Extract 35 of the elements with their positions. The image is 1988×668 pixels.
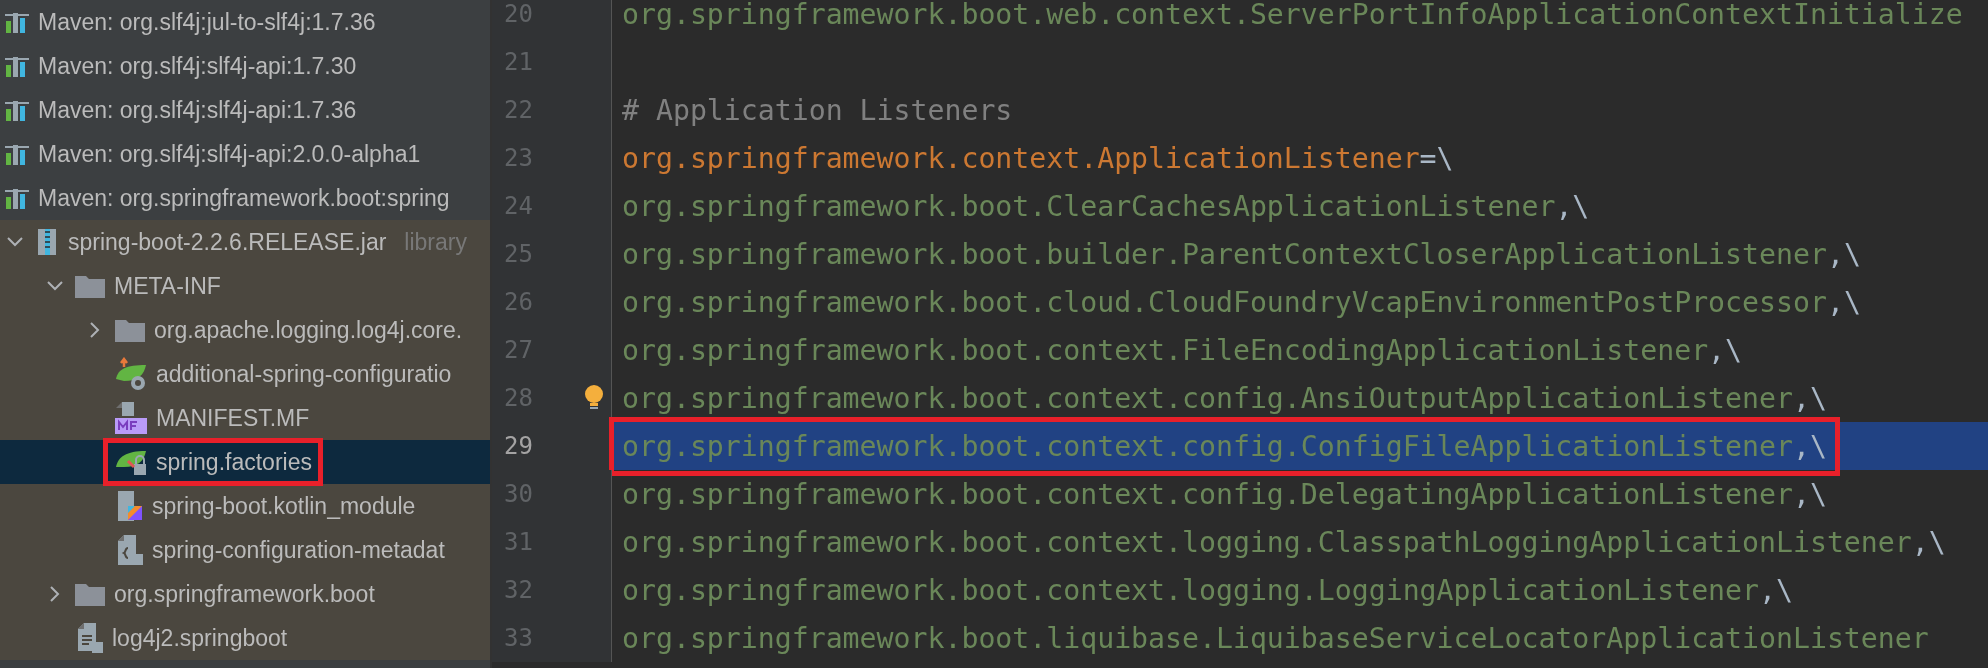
folder-icon (74, 581, 106, 607)
tree-row-highlight[interactable]: spring.factories (0, 440, 490, 484)
code-line: org.springframework.context.ApplicationListener=\ (622, 141, 1454, 175)
code-line: org.springframework.boot.context.config.DelegatingApplicationListener,\ (622, 477, 1827, 511)
tree-item-label[interactable]: Maven: org.slf4j:jul-to-slf4j:1.7.36 (38, 8, 376, 36)
chevron-down-icon[interactable] (7, 237, 23, 247)
tree-item-label[interactable]: Maven: org.slf4j:slf4j-api:2.0.0-alpha1 (38, 140, 421, 168)
leaf-gear-icon (114, 357, 148, 391)
code-line: org.springframework.boot.context.FileEncodingApplicationListener,\ (622, 333, 1743, 367)
code-line: org.springframework.boot.context.config.AnsiOutputApplicationListener,\ (622, 381, 1827, 415)
code-line: org.springframework.boot.builder.ParentContextCloserApplicationListener,\ (622, 237, 1861, 271)
line-number: 29 (492, 422, 612, 470)
chevron-down-icon[interactable] (47, 281, 63, 291)
tree-item-hint: library (404, 228, 467, 256)
chevron-right-icon[interactable] (50, 586, 60, 602)
tree-item-label[interactable]: spring.factories (156, 448, 312, 476)
tree-item-label[interactable]: META-INF (114, 272, 221, 300)
manifest-file-icon (114, 401, 148, 435)
code-line: org.springframework.boot.liquibase.LiquibaseServiceLocatorApplicationListener (622, 621, 1929, 655)
code-line: org.springframework.boot.context.logging.LoggingApplicationListener,\ (622, 573, 1793, 607)
tree-item-label[interactable]: Maven: org.slf4j:slf4j-api:1.7.30 (38, 52, 357, 80)
tree-item-label[interactable]: Maven: org.springframework.boot:spring (38, 184, 450, 212)
code-line: org.springframework.boot.ClearCachesApplicationListener,\ (622, 189, 1590, 223)
code-line: org.springframework.boot.context.logging.ClasspathLoggingApplicationListener,\ (622, 525, 1946, 559)
tree-item-label[interactable]: MANIFEST.MF (156, 404, 310, 432)
code-line: org.springframework.boot.cloud.CloudFoundryVcapEnvironmentPostProcessor,\ (622, 285, 1861, 319)
code-line: org.springframework.boot.context.config.ConfigFileApplicationListener,\ (622, 429, 1827, 463)
tree-item-label[interactable]: spring-boot-2.2.6.RELEASE.jar (68, 228, 387, 256)
code-line: # Application Listeners (622, 93, 1013, 127)
lightbulb-icon[interactable] (583, 384, 605, 412)
code-line: org.springframework.boot.web.context.ServerPortInfoApplicationContextInitialize (622, 0, 1963, 31)
chevron-right-icon[interactable] (90, 322, 100, 338)
tree-item-label[interactable]: Maven: org.slf4j:slf4j-api:1.7.36 (38, 96, 357, 124)
folder-icon (114, 317, 146, 343)
folder-icon (74, 273, 106, 299)
